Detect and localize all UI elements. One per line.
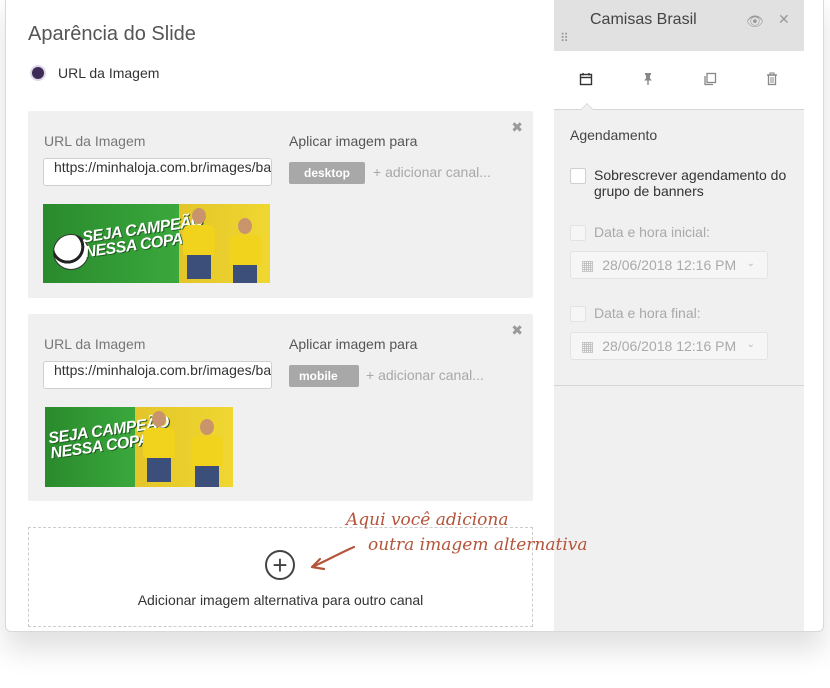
calendar-icon: ▦ [581,256,595,273]
end-date-checkbox[interactable] [570,306,586,322]
image-url-input[interactable]: https://minhaloja.com.br/images/banner-c… [43,361,272,389]
add-channel-link[interactable]: + adicionar canal... [366,367,484,383]
image-url-radio[interactable]: URL da Imagem [30,65,159,81]
close-icon[interactable]: ✖ [511,119,523,136]
model-man [183,208,215,279]
annotation-line-1: Aqui você adiciona [346,510,509,530]
radio-selected-icon[interactable] [30,65,46,81]
banner-preview-desktop: SEJA CAMPEÃO NESSA COPA [43,204,270,283]
image-card-mobile: ✖ URL da Imagem Aplicar imagem para http… [28,314,533,501]
apply-label: Aplicar imagem para [289,336,418,352]
close-icon[interactable]: ✕ [778,11,790,28]
start-date-label: Data e hora inicial: [594,224,710,240]
close-icon[interactable]: ✖ [511,322,523,339]
channel-chip-mobile[interactable]: mobile [289,365,359,387]
chevron-down-icon: ⌄ [746,258,755,269]
active-tab-caret [580,103,594,110]
annotation-arrow-icon [310,545,356,571]
override-schedule-checkbox[interactable] [570,168,586,184]
eye-icon[interactable]: 👁 [746,13,764,30]
apply-label: Aplicar imagem para [289,133,418,149]
add-alternative-label: Adicionar imagem alternativa para outro … [137,592,424,608]
model-woman [191,419,223,487]
override-schedule-label: Sobrescrever agendamento do grupo de ban… [594,167,787,199]
add-channel-link[interactable]: + adicionar canal... [373,164,491,180]
panel-toolbar [554,51,804,110]
scheduling-title: Agendamento [570,127,658,143]
banner-preview-mobile: SEJA CAMPEÃO NESSA COPA [45,407,233,487]
chevron-down-icon: ⌄ [746,339,755,350]
banner-title: Camisas Brasil [590,11,697,28]
radio-label: URL da Imagem [58,65,160,81]
start-date-value: 28/06/2018 12:16 PM [602,257,737,273]
start-date-checkbox[interactable] [570,225,586,241]
start-date-picker[interactable]: ▦ 28/06/2018 12:16 PM ⌄ [570,251,768,279]
model-man [143,411,175,482]
pin-icon[interactable] [638,69,658,89]
channel-chip-desktop[interactable]: desktop [289,162,365,184]
image-card-desktop: ✖ URL da Imagem Aplicar imagem para http… [28,111,533,298]
trash-icon[interactable] [762,69,782,89]
calendar-icon: ▦ [581,337,595,354]
annotation-line-2: outra imagem alternativa [368,535,588,555]
url-label: URL da Imagem [44,133,146,149]
end-date-value: 28/06/2018 12:16 PM [602,338,737,354]
add-circle-icon[interactable]: + [265,550,295,580]
copy-icon[interactable] [700,69,720,89]
end-date-picker[interactable]: ▦ 28/06/2018 12:16 PM ⌄ [570,332,768,360]
drag-handle-icon[interactable]: ⠿ [560,31,570,45]
image-url-input[interactable]: https://minhaloja.com.br/images/banner-c… [43,158,272,186]
banner-settings-panel: ⠿ Camisas Brasil 👁 ✕ Agendamento Sobresc… [554,0,804,631]
model-woman [229,218,261,283]
calendar-icon[interactable] [576,69,596,89]
divider [554,385,804,386]
url-label: URL da Imagem [44,336,146,352]
panel-header: ⠿ Camisas Brasil 👁 ✕ [554,0,804,51]
end-date-label: Data e hora final: [594,305,701,321]
section-title: Aparência do Slide [28,23,196,45]
